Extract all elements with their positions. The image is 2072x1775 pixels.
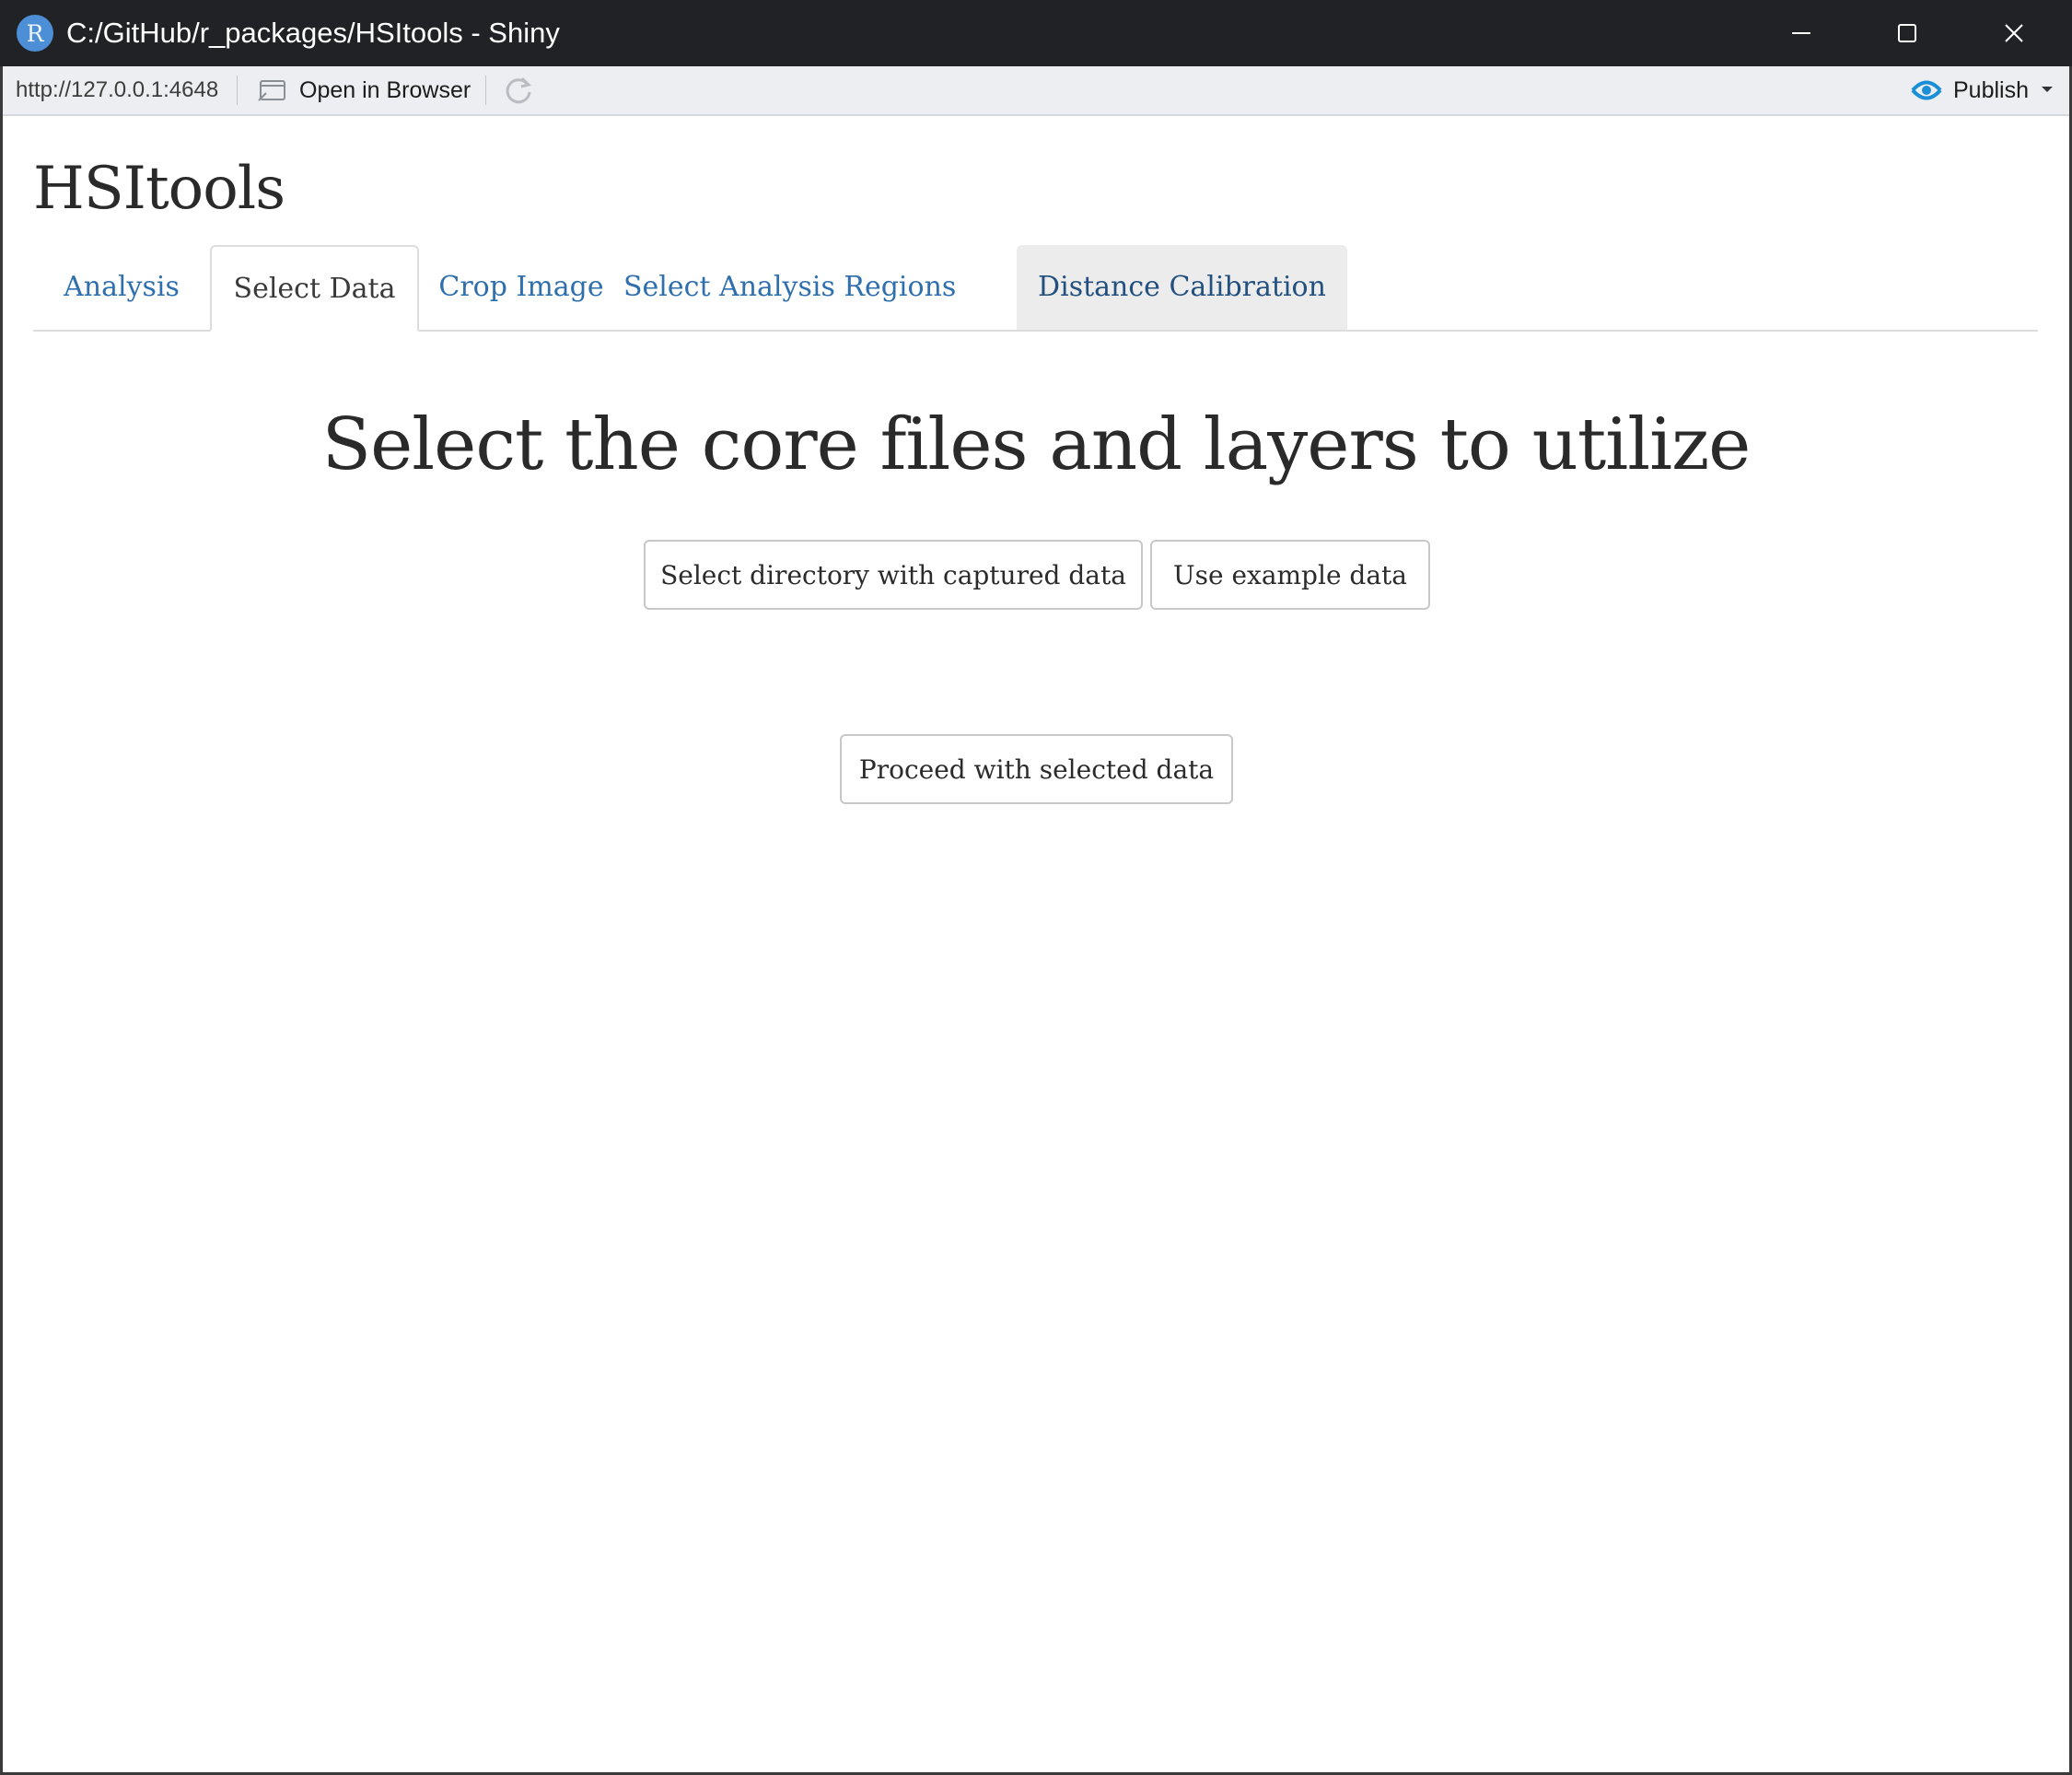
publish-label: Publish — [1953, 76, 2029, 103]
window-titlebar: R C:/GitHub/r_packages/HSItools - Shiny — [0, 0, 2072, 66]
viewer-toolbar: http://127.0.0.1:4648 Open in Browser Pu… — [3, 66, 2069, 116]
close-button[interactable] — [1961, 0, 2067, 66]
url-label: http://127.0.0.1:4648 — [16, 77, 219, 102]
toolbar-divider — [485, 76, 486, 105]
open-in-browser-button[interactable]: Open in Browser — [257, 66, 471, 114]
tab-distance-calibration[interactable]: Distance Calibration — [1017, 245, 1347, 330]
window-title: C:/GitHub/r_packages/HSItools - Shiny — [66, 17, 560, 49]
proceed-button[interactable]: Proceed with selected data — [840, 734, 1233, 804]
minimize-button[interactable] — [1748, 0, 1855, 66]
use-example-data-button[interactable]: Use example data — [1150, 540, 1430, 610]
toolbar-divider — [237, 76, 238, 105]
r-logo-icon: R — [17, 15, 53, 52]
tab-select-data[interactable]: Select Data — [210, 245, 419, 332]
refresh-button[interactable] — [502, 74, 535, 107]
maximize-icon — [1898, 24, 1916, 42]
publish-button[interactable]: Publish — [1909, 66, 2029, 114]
refresh-icon — [506, 76, 531, 104]
page-heading: Select the core files and layers to util… — [321, 403, 1752, 486]
close-icon — [2005, 24, 2023, 42]
tab-bar: Analysis Select Data Crop Image Select A… — [33, 245, 2038, 332]
minimize-icon — [1792, 32, 1810, 34]
tab-analysis[interactable]: Analysis — [33, 245, 210, 330]
maximize-button[interactable] — [1854, 0, 1961, 66]
open-in-browser-label: Open in Browser — [299, 76, 471, 103]
tab-select-analysis-regions[interactable]: Select Analysis Regions — [623, 245, 956, 330]
app-page: HSItools Analysis Select Data Crop Image… — [3, 116, 2069, 1772]
publish-icon — [1911, 80, 1942, 100]
app-title: HSItools — [33, 155, 285, 223]
open-in-browser-icon — [258, 80, 285, 101]
window-border — [0, 66, 3, 1775]
select-directory-button[interactable]: Select directory with captured data — [644, 540, 1143, 610]
publish-dropdown-icon[interactable] — [2041, 85, 2054, 94]
tab-crop-image[interactable]: Crop Image — [419, 245, 623, 330]
